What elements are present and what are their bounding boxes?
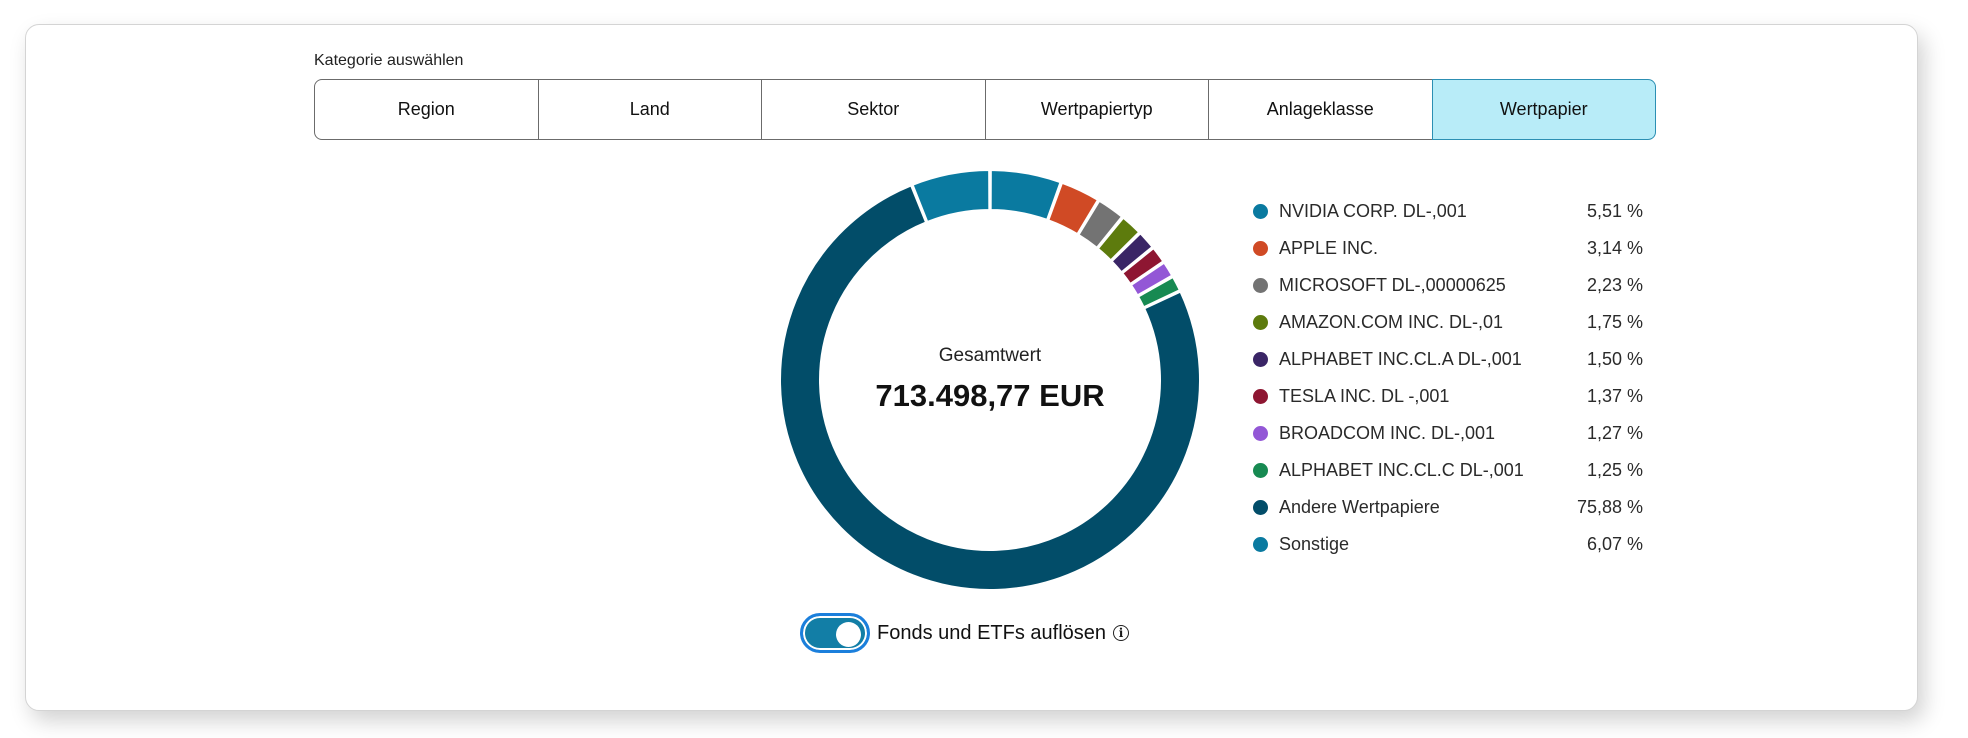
total-value: 713.498,77 EUR [875,378,1105,413]
legend-label: AMAZON.COM INC. DL-,01 [1279,312,1504,332]
legend-item: ALPHABET INC.CL.C DL-,001 1,25 % [1253,452,1643,489]
legend-dot [1253,352,1268,367]
legend-value: 1,50 % [1586,349,1643,369]
resolve-funds-toggle[interactable] [800,613,870,653]
toggle-knob [836,622,861,647]
legend-dot [1253,426,1268,441]
legend-value: 75,88 % [1576,497,1643,517]
legend-value: 6,07 % [1586,534,1643,554]
legend-label: Andere Wertpapiere [1279,497,1440,517]
legend-value: 5,51 % [1586,201,1643,221]
legend-label: Sonstige [1279,534,1350,554]
tab-wertpapiertyp[interactable]: Wertpapiertyp [984,79,1209,140]
legend-label: ALPHABET INC.CL.A DL-,001 [1279,349,1522,369]
legend-dot [1253,500,1268,515]
legend-item: MICROSOFT DL-,00000625 2,23 % [1253,267,1643,304]
legend-item: Andere Wertpapiere 75,88 % [1253,489,1643,526]
legend-label: NVIDIA CORP. DL-,001 [1279,201,1467,221]
legend-dot [1253,204,1268,219]
legend-value: 1,25 % [1586,460,1643,480]
tab-sektor[interactable]: Sektor [761,79,986,140]
resolve-funds-label: Fonds und ETFs auflösen [877,621,1107,644]
tab-anlageklasse[interactable]: Anlageklasse [1208,79,1433,140]
legend-value: 3,14 % [1586,238,1643,258]
category-tabs: Region Land Sektor Wertpapiertyp Anlagek… [314,79,1656,140]
donut-slice-9[interactable] [911,168,991,224]
legend-label: MICROSOFT DL-,00000625 [1279,275,1506,295]
legend-dot [1253,315,1268,330]
legend-item: APPLE INC. 3,14 % [1253,230,1643,267]
chart-legend: NVIDIA CORP. DL-,001 5,51 % APPLE INC. 3,14… [1253,193,1643,563]
legend-item: ALPHABET INC.CL.A DL-,001 1,50 % [1253,341,1643,378]
legend-label: ALPHABET INC.CL.C DL-,001 [1279,460,1524,480]
legend-label: BROADCOM INC. DL-,001 [1279,423,1496,443]
legend-value: 1,37 % [1586,386,1643,406]
legend-dot [1253,537,1268,552]
total-value-label: Gesamtwert [938,345,1042,366]
legend-dot [1253,389,1268,404]
legend-item: BROADCOM INC. DL-,001 1,27 % [1253,415,1643,452]
legend-item: Sonstige 6,07 % [1253,526,1643,563]
donut-slice-0[interactable] [989,168,1062,222]
legend-dot [1253,278,1268,293]
legend-value: 2,23 % [1586,275,1643,295]
legend-item: TESLA INC. DL -,001 1,37 % [1253,378,1643,415]
legend-item: NVIDIA CORP. DL-,001 5,51 % [1253,193,1643,230]
category-label: Kategorie auswählen [314,52,464,69]
legend-value: 1,75 % [1586,312,1643,332]
tab-wertpapier[interactable]: Wertpapier [1431,79,1656,140]
info-icon[interactable]: i [1113,625,1130,641]
legend-item: AMAZON.COM INC. DL-,01 1,75 % [1253,304,1643,341]
legend-label: APPLE INC. [1279,238,1379,258]
legend-dot [1253,463,1268,478]
tab-land[interactable]: Land [537,79,762,140]
resolve-funds-control: Fonds und ETFs auflösen i [800,613,1130,653]
legend-label: TESLA INC. DL -,001 [1279,386,1450,406]
legend-value: 1,27 % [1586,423,1643,443]
tab-region[interactable]: Region [314,79,539,140]
legend-dot [1253,241,1268,256]
